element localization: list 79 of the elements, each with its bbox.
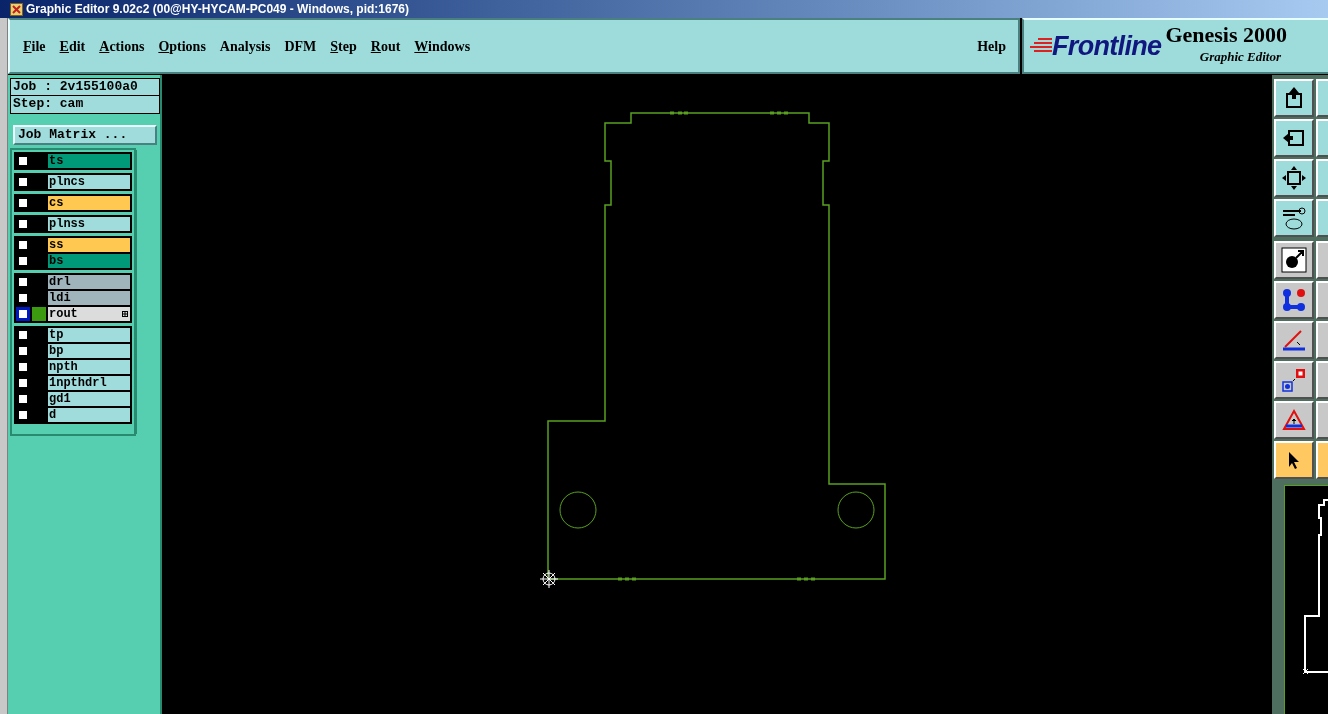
step-name: Step: cam xyxy=(10,96,160,114)
tool-button[interactable] xyxy=(1274,321,1314,359)
layer-name[interactable]: plnss xyxy=(48,217,130,231)
overview-map[interactable] xyxy=(1284,485,1328,714)
menu-item[interactable]: Rout xyxy=(367,35,404,57)
menu-item[interactable]: Step xyxy=(327,35,360,57)
triangle-icon xyxy=(1281,407,1307,433)
layer-checkbox[interactable] xyxy=(16,217,30,231)
menu-item[interactable]: Edit xyxy=(56,35,89,57)
app-icon xyxy=(10,2,23,16)
layer-name[interactable]: bs xyxy=(48,254,130,268)
tool-button[interactable] xyxy=(1316,441,1328,479)
expand-icon xyxy=(122,311,128,317)
layer-name[interactable]: npth xyxy=(48,360,130,374)
tool-button[interactable] xyxy=(1274,401,1314,439)
squares-icon xyxy=(1281,367,1307,393)
mounting-hole xyxy=(837,491,875,529)
layer-checkbox[interactable] xyxy=(16,238,30,252)
tool-button[interactable] xyxy=(1316,241,1328,279)
datum-crosshair-icon xyxy=(539,569,559,589)
layer-checkbox[interactable] xyxy=(16,254,30,268)
job-name: Job : 2v155100a0 xyxy=(10,78,160,96)
layer-checkbox[interactable] xyxy=(16,275,30,289)
layer-checkbox[interactable] xyxy=(16,392,30,406)
layer-checkbox[interactable] xyxy=(16,408,30,422)
product-subtitle: Graphic Editor xyxy=(1199,48,1282,65)
tool-button[interactable] xyxy=(1316,361,1328,399)
tool-button[interactable] xyxy=(1274,199,1314,237)
tool-button[interactable] xyxy=(1316,79,1328,117)
layer-name[interactable]: ldi xyxy=(48,291,130,305)
layer-checkbox[interactable] xyxy=(16,360,30,374)
layer-checkbox[interactable] xyxy=(16,291,30,305)
tool-button[interactable] xyxy=(1274,241,1314,279)
mounting-hole xyxy=(559,491,597,529)
tool-button[interactable] xyxy=(1274,159,1314,197)
product-name: Genesis 2000 xyxy=(1165,21,1288,49)
layer-name[interactable]: d xyxy=(48,408,130,422)
layer-name[interactable]: ts xyxy=(48,154,130,168)
tool-button[interactable] xyxy=(1316,321,1328,359)
job-matrix-button[interactable]: Job Matrix ... xyxy=(13,125,157,145)
layer-name[interactable]: ss xyxy=(48,238,130,252)
four-arrows-box-icon xyxy=(1281,165,1307,191)
menu-item[interactable]: Windows xyxy=(411,35,474,57)
layer-name[interactable]: gd1 xyxy=(48,392,130,406)
layer-checkbox[interactable] xyxy=(16,344,30,358)
connected-dots-icon xyxy=(1281,287,1307,313)
window-title: Graphic Editor 9.02c2 (00@HY-HYCAM-PC049 - Windows, pid:1676) xyxy=(26,1,409,18)
tool-button[interactable] xyxy=(1274,119,1314,157)
brand-logo: Frontline xyxy=(1052,32,1162,60)
menu-item[interactable]: DFM xyxy=(281,35,320,57)
menu-item[interactable]: Analysis xyxy=(216,35,274,57)
tool-button[interactable] xyxy=(1274,79,1314,117)
layer-checkbox[interactable] xyxy=(16,328,30,342)
layer-checkbox[interactable] xyxy=(16,154,30,168)
layer-name[interactable]: drl xyxy=(48,275,130,289)
tool-button[interactable] xyxy=(1316,401,1328,439)
menu-item[interactable]: Actions xyxy=(96,35,148,57)
tool-button[interactable] xyxy=(1316,159,1328,197)
layer-name[interactable]: tp xyxy=(48,328,130,342)
layer-checkbox[interactable] xyxy=(16,175,30,189)
tool-button[interactable] xyxy=(1274,281,1314,319)
layer-name[interactable]: bp xyxy=(48,344,130,358)
menu-item[interactable]: File xyxy=(20,35,49,57)
tool-button[interactable] xyxy=(1274,441,1314,479)
tool-button[interactable] xyxy=(1316,119,1328,157)
tool-button[interactable] xyxy=(1316,199,1328,237)
layer-name[interactable]: 1npthdrl xyxy=(48,376,130,390)
tool-button[interactable] xyxy=(1316,281,1328,319)
layer-name[interactable]: plncs xyxy=(48,175,130,189)
layer-checkbox[interactable] xyxy=(16,376,30,390)
layer-checkbox[interactable] xyxy=(16,196,30,210)
speed-lines-icon xyxy=(1030,37,1052,55)
help-menu[interactable]: Help xyxy=(977,35,1006,57)
menu-item[interactable]: Options xyxy=(155,35,209,57)
layer-name[interactable]: cs xyxy=(48,196,130,210)
layer-name[interactable]: rout xyxy=(48,307,130,321)
angle-line-icon xyxy=(1281,327,1307,353)
tool-button[interactable] xyxy=(1274,361,1314,399)
layer-checkbox[interactable] xyxy=(16,307,30,321)
